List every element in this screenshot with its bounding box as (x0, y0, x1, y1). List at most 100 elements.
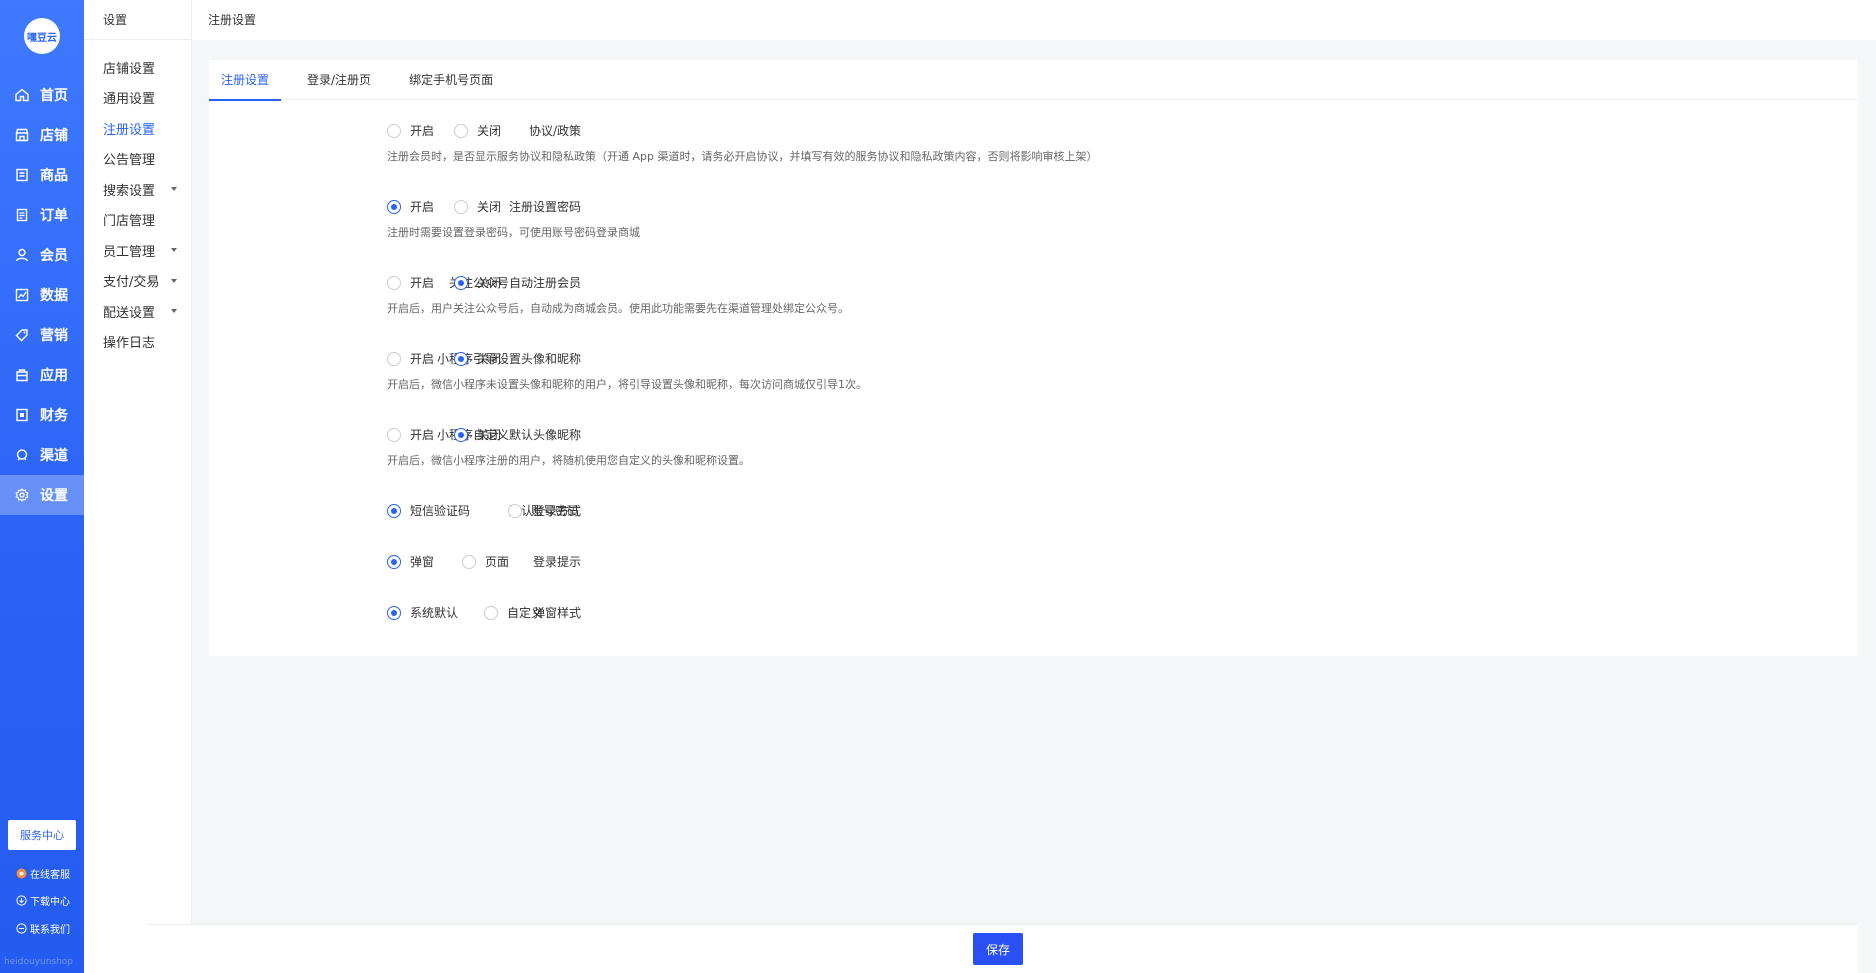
sidebar-item-label: 首页 (40, 88, 68, 104)
setting-label: 登录提示 (532, 555, 581, 569)
order-icon (14, 207, 30, 223)
chevron-down-icon (171, 278, 177, 283)
secondary-sidebar-title: 设置 (84, 0, 191, 40)
sidebar-item-label: 渠道 (40, 448, 68, 464)
radio-circle[interactable] (508, 503, 523, 518)
subnav-label: 店铺设置 (103, 61, 156, 77)
radio-circle[interactable] (462, 554, 477, 569)
sidebar-item-order[interactable]: 订单 (0, 195, 84, 235)
radio-option-off[interactable]: 关闭 (454, 122, 501, 139)
radio-group: 短信验证码 账号密码 (387, 502, 599, 519)
sidebar-item-marketing[interactable]: 营销 (0, 315, 84, 355)
subnav-item-delivery[interactable]: 配送设置 (84, 296, 191, 327)
subnav-item-announcements[interactable]: 公告管理 (84, 144, 191, 175)
service-center-button[interactable]: 服务中心 (8, 820, 76, 850)
store-icon (14, 127, 30, 143)
setting-hint: 开启后，微信小程序未设置头像和昵称的用户，将引导设置头像和昵称，每次访问商城仅引… (387, 378, 867, 391)
radio-circle[interactable] (387, 605, 401, 620)
radio-group: 开启 关闭 (387, 350, 521, 367)
subnav-label: 注册设置 (103, 122, 156, 138)
radio-label: 开启 (410, 124, 435, 138)
user-icon (14, 247, 30, 263)
sidebar-item-label: 应用 (40, 368, 68, 384)
radio-option-page[interactable]: 页面 (462, 553, 509, 570)
radio-circle[interactable] (454, 123, 469, 138)
radio-group: 开启 关闭 (387, 274, 521, 291)
contact-us-link[interactable]: 联系我们 (16, 921, 70, 936)
subnav-item-store-settings[interactable]: 店铺设置 (84, 52, 191, 83)
radio-option-popup[interactable]: 弹窗 (387, 553, 434, 570)
radio-option-on[interactable]: 开启 (387, 350, 434, 367)
radio-circle[interactable] (387, 123, 401, 138)
tab-bind-phone-page[interactable]: 绑定手机号页面 (397, 60, 505, 100)
radio-circle[interactable] (387, 351, 401, 366)
online-support-link[interactable]: 在线客服 (16, 866, 70, 881)
sidebar-item-settings[interactable]: 设置 (0, 475, 84, 515)
subnav-item-register-settings[interactable]: 注册设置 (84, 113, 191, 144)
radio-circle[interactable] (387, 199, 401, 214)
radio-label: 开启 (410, 428, 435, 442)
radio-option-on[interactable]: 开启 (387, 122, 434, 139)
gear-icon (14, 487, 30, 503)
subnav-item-operation-log[interactable]: 操作日志 (84, 327, 191, 358)
sidebar-item-finance[interactable]: 财务 (0, 395, 84, 435)
radio-circle[interactable] (454, 427, 469, 442)
sidebar-item-channel[interactable]: 渠道 (0, 435, 84, 475)
download-center-link[interactable]: 下载中心 (16, 893, 70, 908)
tag-icon (14, 327, 30, 343)
product-icon (14, 167, 30, 183)
radio-circle[interactable] (387, 275, 401, 290)
radio-circle[interactable] (387, 554, 401, 569)
radio-option-on[interactable]: 开启 (387, 426, 434, 443)
online-support-label: 在线客服 (30, 870, 70, 881)
save-button[interactable]: 保存 (973, 933, 1023, 965)
sidebar-item-data[interactable]: 数据 (0, 275, 84, 315)
setting-label: 协议/政策 (528, 124, 581, 138)
subnav-item-store-management[interactable]: 门店管理 (84, 205, 191, 236)
radio-label: 弹窗 (410, 555, 435, 569)
radio-option-off[interactable]: 关闭 (454, 274, 501, 291)
subnav-label: 通用设置 (103, 92, 156, 108)
radio-circle[interactable] (454, 199, 469, 214)
radio-circle[interactable] (454, 351, 469, 366)
chat-icon (16, 868, 27, 879)
subnav-label: 配送设置 (103, 305, 156, 321)
subnav-item-staff-management[interactable]: 员工管理 (84, 235, 191, 266)
radio-label: 关闭 (477, 276, 502, 290)
radio-option-on[interactable]: 开启 (387, 274, 434, 291)
setting-hint: 开启后，用户关注公众号后，自动成为商城会员。使用此功能需要先在渠道管理处绑定公众… (387, 302, 849, 315)
radio-option-on[interactable]: 开启 (387, 198, 434, 215)
sidebar-item-store[interactable]: 店铺 (0, 115, 84, 155)
logo[interactable]: 嘿豆云 (24, 18, 60, 54)
subnav-item-general-settings[interactable]: 通用设置 (84, 83, 191, 114)
sidebar-item-home[interactable]: 首页 (0, 75, 84, 115)
sidebar-item-label: 店铺 (40, 128, 68, 144)
radio-circle[interactable] (484, 605, 499, 620)
sidebar-item-product[interactable]: 商品 (0, 155, 84, 195)
radio-circle[interactable] (387, 427, 401, 442)
secondary-nav: 店铺设置 通用设置 注册设置 公告管理 搜索设置 门店管理 员工管理 支付/交易… (84, 40, 191, 357)
radio-option-off[interactable]: 关闭 (454, 198, 501, 215)
radio-option-off[interactable]: 关闭 (454, 426, 501, 443)
radio-option-system-default[interactable]: 系统默认 (387, 604, 458, 621)
radio-option-password[interactable]: 账号密码 (508, 502, 579, 519)
radio-option-sms[interactable]: 短信验证码 (387, 502, 470, 519)
chart-icon (14, 287, 30, 303)
top-bar: 注册设置 (192, 0, 1876, 40)
sidebar-item-label: 财务 (40, 408, 68, 424)
radio-group: 弹窗 页面 (387, 553, 529, 570)
subnav-item-search-settings[interactable]: 搜索设置 (84, 174, 191, 205)
tab-register-settings[interactable]: 注册设置 (209, 60, 282, 101)
sidebar-item-app[interactable]: 应用 (0, 355, 84, 395)
footer-bar: 保存 (146, 924, 1858, 973)
radio-option-custom[interactable]: 自定义 (484, 604, 543, 621)
sidebar-item-member[interactable]: 会员 (0, 235, 84, 275)
channel-icon (14, 447, 30, 463)
radio-circle[interactable] (387, 503, 401, 518)
tab-login-register-page[interactable]: 登录/注册页 (295, 60, 383, 100)
radio-label: 开启 (410, 352, 435, 366)
sidebar-item-label: 营销 (40, 328, 68, 344)
radio-circle[interactable] (454, 275, 469, 290)
radio-option-off[interactable]: 关闭 (454, 350, 501, 367)
subnav-item-payment[interactable]: 支付/交易 (84, 266, 191, 297)
